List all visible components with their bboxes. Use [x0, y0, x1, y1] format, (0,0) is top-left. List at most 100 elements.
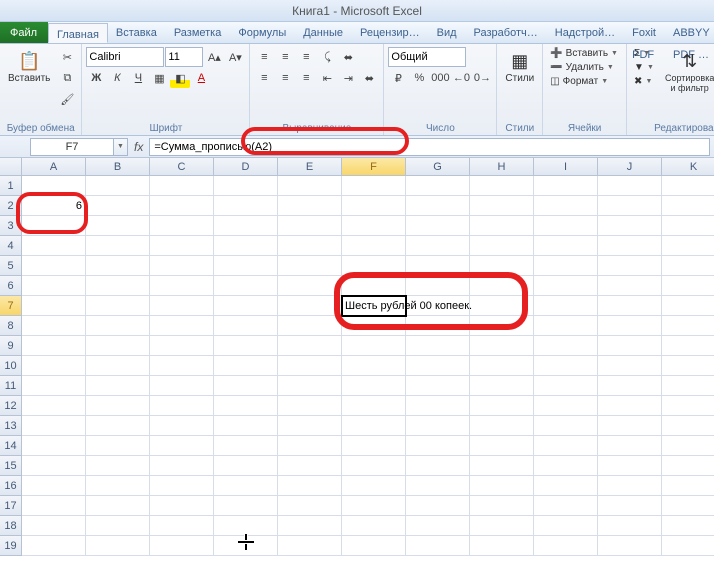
cell-J19[interactable]	[598, 536, 662, 556]
cell-G19[interactable]	[406, 536, 470, 556]
tab-abbyy[interactable]: ABBYY PDF …	[665, 22, 714, 43]
insert-cells-button[interactable]: ➕Вставить▼	[547, 47, 622, 60]
cell-E3[interactable]	[278, 216, 342, 236]
cell-J6[interactable]	[598, 276, 662, 296]
tab-review[interactable]: Рецензир…	[352, 22, 429, 43]
cell-I4[interactable]	[534, 236, 598, 256]
tab-layout[interactable]: Разметка с…	[166, 22, 231, 43]
cell-K16[interactable]	[662, 476, 714, 496]
cell-G16[interactable]	[406, 476, 470, 496]
fill-button[interactable]: ▼▼	[631, 61, 658, 74]
cell-E6[interactable]	[278, 276, 342, 296]
cell-E12[interactable]	[278, 396, 342, 416]
cell-E17[interactable]	[278, 496, 342, 516]
cell-J3[interactable]	[598, 216, 662, 236]
align-center-button[interactable]: ≡	[275, 68, 295, 88]
cell-A5[interactable]	[22, 256, 86, 276]
cell-K12[interactable]	[662, 396, 714, 416]
cell-C12[interactable]	[150, 396, 214, 416]
name-box[interactable]: F7	[30, 138, 114, 156]
cell-B10[interactable]	[86, 356, 150, 376]
grow-font-button[interactable]: A▴	[204, 47, 224, 67]
align-left-button[interactable]: ≡	[254, 68, 274, 88]
cell-H12[interactable]	[470, 396, 534, 416]
cell-B19[interactable]	[86, 536, 150, 556]
cell-A17[interactable]	[22, 496, 86, 516]
cell-B14[interactable]	[86, 436, 150, 456]
cell-I11[interactable]	[534, 376, 598, 396]
cell-G3[interactable]	[406, 216, 470, 236]
name-box-dropdown[interactable]: ▼	[114, 138, 128, 156]
cell-C3[interactable]	[150, 216, 214, 236]
cell-B7[interactable]	[86, 296, 150, 316]
cell-G5[interactable]	[406, 256, 470, 276]
cell-K4[interactable]	[662, 236, 714, 256]
cell-K13[interactable]	[662, 416, 714, 436]
column-header-K[interactable]: K	[662, 158, 714, 176]
row-header-13[interactable]: 13	[0, 416, 22, 436]
cell-H9[interactable]	[470, 336, 534, 356]
cell-A1[interactable]	[22, 176, 86, 196]
tab-developer[interactable]: Разработч…	[466, 22, 547, 43]
cell-H17[interactable]	[470, 496, 534, 516]
cell-D5[interactable]	[214, 256, 278, 276]
cell-H6[interactable]	[470, 276, 534, 296]
cell-F5[interactable]	[342, 256, 406, 276]
cell-E14[interactable]	[278, 436, 342, 456]
cell-A16[interactable]	[22, 476, 86, 496]
cell-A9[interactable]	[22, 336, 86, 356]
cell-H2[interactable]	[470, 196, 534, 216]
cell-G10[interactable]	[406, 356, 470, 376]
cell-K7[interactable]	[662, 296, 714, 316]
cell-H1[interactable]	[470, 176, 534, 196]
cell-F6[interactable]	[342, 276, 406, 296]
cell-G12[interactable]	[406, 396, 470, 416]
wrap-text-button[interactable]: ⬌	[338, 47, 358, 67]
cell-C16[interactable]	[150, 476, 214, 496]
cell-J1[interactable]	[598, 176, 662, 196]
cell-I15[interactable]	[534, 456, 598, 476]
cell-I17[interactable]	[534, 496, 598, 516]
column-header-I[interactable]: I	[534, 158, 598, 176]
cell-C18[interactable]	[150, 516, 214, 536]
tab-file[interactable]: Файл	[0, 22, 48, 43]
cell-B18[interactable]	[86, 516, 150, 536]
column-header-F[interactable]: F	[342, 158, 406, 176]
cell-F15[interactable]	[342, 456, 406, 476]
cell-D8[interactable]	[214, 316, 278, 336]
column-header-G[interactable]: G	[406, 158, 470, 176]
cell-F8[interactable]	[342, 316, 406, 336]
cell-J7[interactable]	[598, 296, 662, 316]
row-header-7[interactable]: 7	[0, 296, 22, 316]
cell-J18[interactable]	[598, 516, 662, 536]
align-top-button[interactable]: ≡	[254, 47, 274, 67]
cell-D15[interactable]	[214, 456, 278, 476]
cell-F7[interactable]: Шесть рублей 00 копеек.	[342, 296, 406, 316]
cell-E2[interactable]	[278, 196, 342, 216]
cell-G13[interactable]	[406, 416, 470, 436]
percent-button[interactable]: %	[409, 68, 429, 88]
cell-B5[interactable]	[86, 256, 150, 276]
bold-button[interactable]: Ж	[86, 68, 106, 88]
cell-C1[interactable]	[150, 176, 214, 196]
cell-K11[interactable]	[662, 376, 714, 396]
column-header-A[interactable]: A	[22, 158, 86, 176]
cell-D3[interactable]	[214, 216, 278, 236]
italic-button[interactable]: К	[107, 68, 127, 88]
row-header-19[interactable]: 19	[0, 536, 22, 556]
row-header-6[interactable]: 6	[0, 276, 22, 296]
cell-J12[interactable]	[598, 396, 662, 416]
cell-C9[interactable]	[150, 336, 214, 356]
font-size-select[interactable]	[165, 47, 203, 67]
cell-F18[interactable]	[342, 516, 406, 536]
format-cells-button[interactable]: ◫Формат▼	[547, 75, 622, 88]
cell-B9[interactable]	[86, 336, 150, 356]
cell-G17[interactable]	[406, 496, 470, 516]
cell-J8[interactable]	[598, 316, 662, 336]
cell-I10[interactable]	[534, 356, 598, 376]
cell-J5[interactable]	[598, 256, 662, 276]
cell-D9[interactable]	[214, 336, 278, 356]
cell-A19[interactable]	[22, 536, 86, 556]
cell-J4[interactable]	[598, 236, 662, 256]
column-header-D[interactable]: D	[214, 158, 278, 176]
